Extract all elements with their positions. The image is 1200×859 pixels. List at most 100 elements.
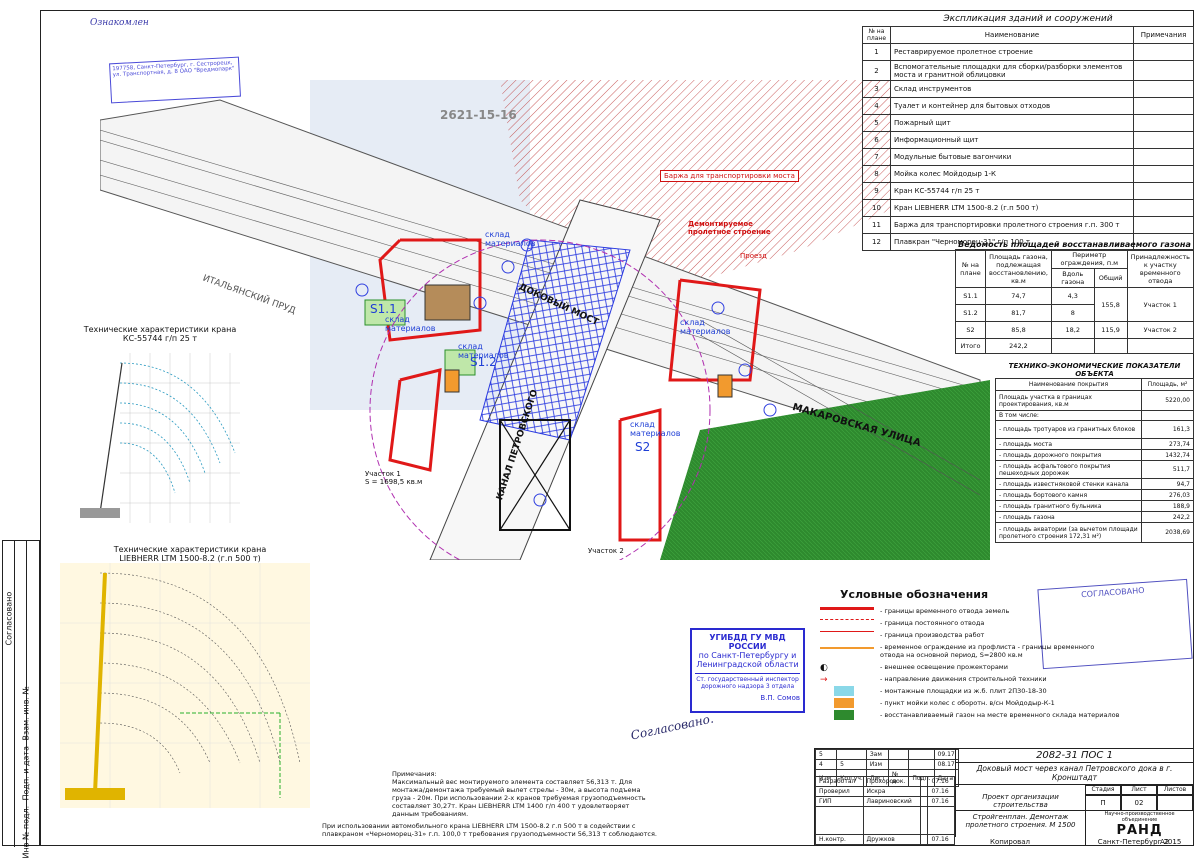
storage-label-3: склад материалов (680, 318, 731, 336)
plot1-label: Участок 1 (365, 470, 401, 478)
gibdd-line2: по Санкт-Петербургу и (698, 651, 797, 660)
gibdd-line1: УГИБДД ГУ МВД РОССИИ (709, 633, 786, 651)
explication-num: 10 (862, 199, 891, 217)
crane2-chart: Технические характеристики крана LIEBHER… (60, 545, 320, 825)
rev-cell: 5 (814, 749, 838, 760)
explication-num: 12 (862, 233, 891, 251)
object-name: Доковый мост через канал Петровского док… (955, 763, 1193, 785)
tep-table: Наименование покрытия Площадь, м² Площад… (995, 378, 1194, 543)
legend-label: - монтажные площадки из ж.б. плит 2П30-1… (880, 687, 1047, 695)
notes-footer: При использовании автомобильного крана L… (322, 822, 657, 838)
explication-num: 5 (862, 114, 891, 132)
tep-name: - площадь акватории (за вычетом площади … (995, 522, 1142, 543)
legend-label: - направление движения строительной техн… (880, 675, 1047, 683)
lawn-belong: Участок 1 (1126, 287, 1195, 322)
col-stage: Стадия (1085, 785, 1121, 795)
explication-num: 2 (862, 60, 891, 81)
tep-name: - площадь дорожного покрытия (995, 449, 1142, 461)
plot2-label: Участок 2 (588, 547, 624, 555)
arrow-icon: → (820, 675, 828, 685)
crane2-model: LIEBHERR LTM 1500-8.2 (г.п 500 т) (119, 554, 261, 563)
sidebar-inventory: Инв № подл. (21, 805, 31, 859)
date: 07.16 (927, 796, 955, 807)
lawn-area: 85,8 (985, 321, 1052, 339)
sidebar-agreed: Согласовано (4, 591, 14, 646)
legend-label: - восстанавливаемый газон на месте време… (880, 711, 1120, 719)
copied-label: Копировал (990, 838, 1030, 846)
explication-name: Туалет и контейнер для бытовых отходов (890, 97, 1134, 115)
crane2-diagram (60, 563, 310, 808)
lawn-belong: Участок 2 (1126, 321, 1195, 339)
tep-value: 5220,00 (1141, 390, 1194, 411)
explication-header-note: Примечания (1133, 26, 1194, 44)
date: 07.16 (927, 786, 955, 797)
role: Н.контр. (815, 834, 864, 845)
company-address: 197758, Санкт-Петербург, г. Сестрорецк, … (112, 59, 235, 79)
tep-h-area: Площадь, м² (1141, 378, 1194, 391)
explication-name: Модульные бытовые вагончики (890, 148, 1134, 166)
stage-value: П (1085, 795, 1121, 811)
lawn-total: 155,8 (1093, 287, 1128, 322)
rev-cell (836, 749, 867, 760)
legend-label: - границы временного отвода земель (880, 607, 1010, 615)
lawn-along: 4,3 (1050, 287, 1095, 305)
explication-num: 4 (862, 97, 891, 115)
person: Дружков (862, 834, 921, 845)
tep-name: - площадь тротуаров из гранитных блоков (995, 420, 1142, 439)
person: Лавриновский (862, 796, 921, 807)
lawn-s12: S1.2 (470, 355, 497, 369)
acquaintance-stamp: Ознакомлен 197758, Санкт-Петербург, г. С… (90, 18, 280, 104)
org-logo: РАНД (1116, 823, 1163, 838)
org-name: Научно-производственное объединение (1104, 811, 1175, 823)
explication-name: Кран LIEBHERR LTM 1500-8.2 (г.п 500 т) (890, 199, 1134, 217)
lawn-area: 242,2 (985, 338, 1052, 354)
lawn-h-area: Площадь газона, подлежащая восстановлени… (985, 249, 1052, 288)
format-label: А2 (1160, 838, 1170, 846)
dismantle-label: Демонтируемое пролетное строение (688, 220, 771, 236)
lawn-h-perimeter: Периметр ограждения, п.м (1050, 249, 1128, 269)
legend-item: - пункт мойки колес с оборотн. в/сн Мойд… (820, 697, 1120, 709)
explication: Экспликация зданий и сооружений № на пла… (862, 14, 1194, 251)
floodlight-icon: ◐ (820, 663, 828, 673)
lawn-sheet: Ведомость площадей восстанавливаемого га… (955, 240, 1195, 354)
sheet-title: Стройгенплан. Демонтаж пролетного строен… (955, 811, 1085, 837)
tep-value: 511,7 (1141, 460, 1194, 479)
explication-name: Пожарный щит (890, 114, 1134, 132)
passage-label: Проезд (740, 252, 767, 260)
storage-label-5: склад материалов (485, 230, 536, 248)
legend-label: - граница производства работ (880, 631, 985, 639)
tep-value: 242,2 (1141, 511, 1194, 523)
explication-num: 3 (862, 80, 891, 98)
role: ГИП (815, 796, 864, 807)
plot1-area: S = 1698,5 кв.м (365, 478, 423, 486)
explication-num: 6 (862, 131, 891, 149)
notes-text: Максимальный вес монтируемого элемента с… (392, 778, 646, 818)
gibdd-stamp: УГИБДД ГУ МВД РОССИИ по Санкт-Петербургу… (690, 628, 805, 713)
explication-name: Склад инструментов (890, 80, 1134, 98)
lawn-num: S2 (955, 321, 986, 339)
rev-cell: Изм (865, 759, 890, 770)
tep-value: 161,3 (1141, 420, 1194, 439)
org-block: Научно-производственное объединение РАНД… (1085, 811, 1193, 846)
lawn-title: Ведомость площадей восстанавливаемого га… (958, 240, 1191, 249)
crane1-title: Технические характеристики крана (83, 325, 237, 334)
tep-name: - площадь моста (995, 438, 1142, 450)
lawn-total: 115,9 (1093, 321, 1128, 339)
tep-value: 94,7 (1141, 478, 1194, 490)
storage-label-4: склад материалов (630, 420, 681, 438)
explication-title: Экспликация зданий и сооружений (943, 14, 1113, 24)
title-block: 5 Зам 09.17 4 5 Изм 08.17 Изм. Кол.уч. Лист № до… (814, 748, 1194, 846)
acquaintance-title: Ознакомлен (90, 18, 149, 28)
agreed-stamp: СОГЛАСОВАНО (1037, 578, 1193, 670)
explication-num: 1 (862, 43, 891, 61)
legend-label: - пункт мойки колес с оборотн. в/сн Мойд… (880, 699, 1055, 707)
person: Искра (862, 786, 921, 797)
lawn-s11: S1.1 (370, 302, 397, 316)
explication-table: № на плане Наименование Примечания 1 Рест… (862, 26, 1194, 251)
explication-num: 11 (862, 216, 891, 234)
crane1-model: КС-55744 г/п 25 т (122, 334, 198, 343)
tep-value: 188,9 (1141, 500, 1194, 512)
people-table: Разработал Прохоров 07.16 Проверил Искра 07.… (815, 776, 955, 845)
explication-num: 9 (862, 182, 891, 200)
lawn-along: 8 (1050, 304, 1095, 322)
